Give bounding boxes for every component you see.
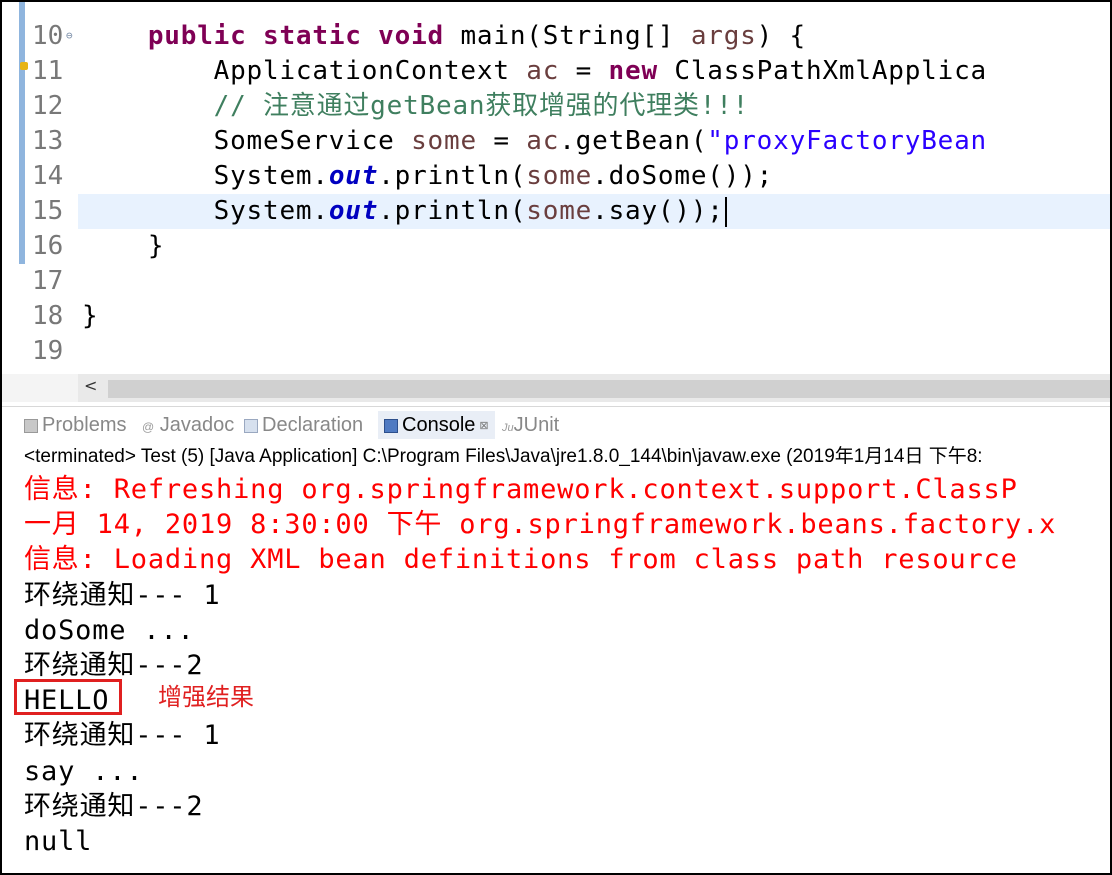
- code-token: .doSome());: [592, 161, 774, 191]
- tab-declaration-label: Declaration: [262, 414, 364, 436]
- code-token: SomeService: [82, 126, 412, 156]
- code-token: =: [559, 56, 609, 86]
- code-token: System.: [82, 161, 329, 191]
- tab-console[interactable]: Console ⊠: [378, 411, 495, 439]
- console-icon: [384, 418, 398, 433]
- code-line[interactable]: 15 System.out.println(some.say());: [2, 194, 1110, 229]
- line-number: 19: [32, 336, 64, 366]
- code-line[interactable]: 13 SomeService some = ac.getBean("proxyF…: [2, 124, 1110, 159]
- fold-toggle-icon[interactable]: ⊖: [66, 29, 73, 42]
- console-output-line: 环绕通知--- 1: [24, 580, 221, 611]
- close-icon[interactable]: ⊠: [479, 420, 488, 432]
- line-number: 14: [32, 161, 64, 191]
- console-output-line: 环绕通知---2: [24, 791, 204, 822]
- line-number: 18: [32, 301, 64, 331]
- code-token: ac: [526, 56, 560, 86]
- code-token: =: [476, 126, 527, 156]
- code-token: .getBean(: [559, 126, 708, 156]
- tab-problems-label: Problems: [42, 414, 127, 436]
- tab-console-label: Console: [402, 414, 476, 436]
- code-token: out: [328, 161, 379, 191]
- code-text: ApplicationContext ac = new ClassPathXml…: [82, 54, 987, 89]
- code-token: System.: [82, 196, 329, 226]
- line-number: 17: [32, 266, 64, 296]
- text-caret: [724, 196, 727, 227]
- code-token: some: [526, 161, 593, 191]
- declaration-icon: [244, 418, 258, 433]
- tab-problems[interactable]: Problems: [24, 411, 126, 439]
- code-token: some: [411, 126, 477, 156]
- code-token: }: [82, 231, 165, 261]
- code-token: some: [526, 196, 593, 226]
- code-token: out: [328, 196, 379, 226]
- code-line[interactable]: 19: [2, 334, 1110, 369]
- code-text: public static void main(String[] args) {: [82, 19, 806, 54]
- console-output-line: 环绕通知---2: [24, 650, 204, 681]
- tab-junit[interactable]: JuJUnit: [502, 411, 559, 439]
- code-line[interactable]: 18}: [2, 299, 1110, 334]
- console-output-line: doSome ...: [24, 615, 195, 646]
- javadoc-icon: @: [142, 420, 155, 434]
- tab-javadoc-label: Javadoc: [159, 414, 235, 436]
- tab-junit-label: JUnit: [513, 414, 560, 436]
- line-number: 15: [32, 196, 64, 226]
- code-text: // 注意通过getBean获取增强的代理类!!!: [82, 89, 749, 124]
- code-token: ) {: [756, 21, 807, 51]
- code-token: args: [690, 21, 757, 51]
- code-line[interactable]: 14 System.out.println(some.doSome());: [2, 159, 1110, 194]
- code-line[interactable]: 11 ApplicationContext ac = new ClassPath…: [2, 54, 1110, 89]
- line-number: 10: [32, 21, 64, 51]
- console-output-line: 环绕通知--- 1: [24, 720, 221, 751]
- code-line[interactable]: 10 ⊖ public static void main(String[] arg…: [2, 19, 1110, 54]
- console-log-line: 一月 14, 2019 8:30:00 下午 org.springframewo…: [24, 509, 1057, 540]
- code-token: ac: [526, 126, 560, 156]
- code-token: ClassPathXmlApplica: [674, 56, 987, 86]
- code-token: .say());: [592, 196, 724, 226]
- console-output-line: say ...: [24, 756, 144, 787]
- code-token: // 注意通过getBean获取增强的代理类!!!: [82, 91, 750, 121]
- problems-icon: [24, 418, 38, 433]
- code-text: }: [82, 229, 164, 264]
- scrollbar-gutter-spacer: [2, 374, 78, 402]
- code-token: main(String[]: [460, 21, 691, 51]
- line-number: 13: [32, 126, 64, 156]
- view-tab-strip: Problems @ Javadoc Declaration Console ⊠ …: [2, 406, 1110, 441]
- code-token: public static void: [147, 21, 461, 51]
- console-log-line: 信息: Refreshing org.springframework.conte…: [24, 474, 1018, 505]
- code-editor[interactable]: 10 ⊖ public static void main(String[] arg…: [2, 2, 1110, 374]
- console-status-line: <terminated> Test (5) [Java Application]…: [24, 446, 983, 467]
- line-number: 11: [32, 56, 64, 86]
- code-text: System.out.println(some.say());: [82, 194, 727, 229]
- code-text: System.out.println(some.doSome());: [82, 159, 773, 194]
- code-token: .println(: [378, 196, 527, 226]
- horizontal-scrollbar[interactable]: <: [78, 374, 1110, 402]
- result-highlight-box: [14, 679, 122, 715]
- line-number: 12: [32, 91, 64, 121]
- code-token: new: [608, 56, 675, 86]
- code-token: "proxyFactoryBean: [707, 126, 988, 156]
- code-text: }: [82, 299, 98, 334]
- code-line[interactable]: 17: [2, 264, 1110, 299]
- tab-javadoc[interactable]: @ Javadoc: [142, 411, 234, 439]
- console-log-line: 信息: Loading XML bean definitions from cl…: [24, 544, 1018, 575]
- code-line[interactable]: 16 }: [2, 229, 1110, 264]
- junit-icon: Ju: [502, 422, 514, 434]
- line-number: 16: [32, 231, 64, 261]
- code-line[interactable]: 12 // 注意通过getBean获取增强的代理类!!!: [2, 89, 1110, 124]
- tab-declaration[interactable]: Declaration: [244, 411, 363, 439]
- warning-marker-icon[interactable]: [20, 62, 28, 70]
- annotation-label: 增强结果: [158, 683, 254, 711]
- scrollbar-thumb[interactable]: [108, 380, 1110, 398]
- code-token: ApplicationContext: [82, 56, 527, 86]
- code-token: }: [82, 301, 99, 331]
- code-text: SomeService some = ac.getBean("proxyFact…: [82, 124, 987, 159]
- scroll-left-arrow-icon[interactable]: <: [84, 376, 97, 395]
- console-output-line: null: [24, 826, 93, 857]
- code-token: .println(: [378, 161, 527, 191]
- screenshot-frame: 10 ⊖ public static void main(String[] arg…: [0, 0, 1112, 875]
